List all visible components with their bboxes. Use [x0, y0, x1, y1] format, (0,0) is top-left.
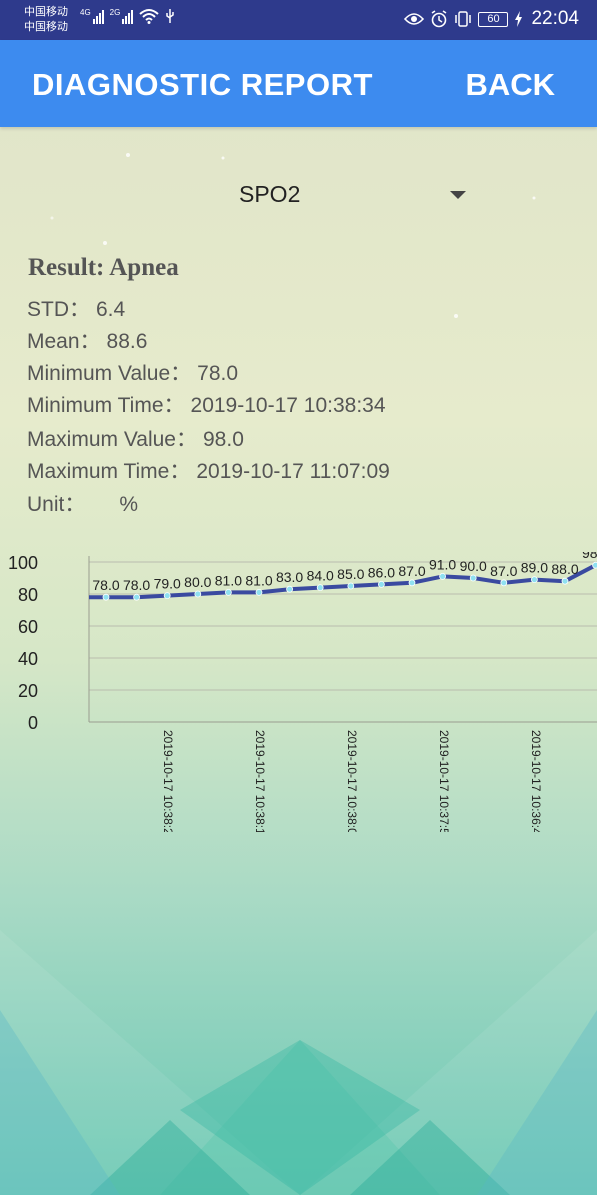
- mean-label: Mean：: [27, 330, 101, 353]
- data-point: [377, 581, 385, 588]
- data-point: [255, 589, 263, 596]
- max-value-label: Maximum Value：: [27, 428, 197, 451]
- dropdown-arrow-icon: [450, 191, 466, 199]
- data-point: [592, 561, 597, 569]
- signal-strength-icon: 4G: [80, 8, 104, 24]
- data-point: [102, 593, 110, 601]
- data-point: [347, 582, 355, 590]
- x-tick-label: 2019-10-17 10:38:22: [161, 730, 175, 832]
- max-value: 98.0: [203, 428, 244, 451]
- data-label: 78.0: [92, 577, 119, 593]
- data-point: [439, 572, 447, 580]
- unit-label: Unit：: [27, 493, 86, 516]
- unit-row: Unit：%: [27, 488, 138, 518]
- data-label: 98.0: [582, 552, 597, 561]
- app-bar: DIAGNOSTIC REPORT BACK: [0, 40, 597, 127]
- max-time: 2019-10-17 11:07:09: [196, 460, 390, 483]
- data-point: [286, 585, 294, 593]
- carrier-1-label: 中国移动: [24, 5, 68, 18]
- data-label: 80.0: [184, 574, 211, 590]
- mean-value: 88.6: [106, 330, 148, 353]
- data-label: 79.0: [154, 576, 181, 592]
- std-label: STD：: [27, 298, 90, 321]
- charging-bolt-icon: [515, 11, 523, 27]
- min-time-label: Minimum Time：: [27, 394, 185, 417]
- status-right-group: 60 22:04: [404, 8, 579, 30]
- data-point: [561, 577, 569, 585]
- std-value: 6.4: [96, 298, 126, 321]
- y-tick-label: 100: [8, 553, 38, 573]
- data-label: 89.0: [521, 560, 548, 576]
- data-point: [408, 579, 416, 587]
- std-row: STD： 6.4: [27, 293, 125, 323]
- max-time-row: Maximum Time： 2019-10-17 11:07:09: [27, 455, 390, 485]
- y-tick-label: 20: [18, 681, 38, 701]
- min-value: 78.0: [197, 362, 239, 385]
- signal-strength-2-icon: 2G: [110, 8, 134, 24]
- network-type-4g: 4G: [80, 8, 91, 17]
- data-label: 81.0: [215, 572, 242, 588]
- mean-row: Mean： 88.6: [27, 325, 147, 355]
- data-label: 91.0: [429, 556, 456, 572]
- carrier-labels: 中国移动 中国移动: [24, 4, 68, 34]
- min-value-label: Minimum Value：: [27, 362, 192, 385]
- data-label: 84.0: [307, 568, 334, 584]
- data-label: 90.0: [460, 558, 487, 574]
- data-point: [469, 574, 477, 582]
- network-type-2g: 2G: [109, 8, 121, 17]
- unit-value: %: [119, 493, 139, 516]
- x-tick-label: 2019-10-17 10:38:12: [253, 730, 267, 832]
- x-tick-label: 2019-10-17 10:37:51: [437, 730, 451, 832]
- data-label: 87.0: [490, 563, 517, 579]
- back-button[interactable]: BACK: [465, 67, 555, 103]
- wifi-icon: [139, 9, 160, 24]
- data-label: 86.0: [368, 564, 395, 580]
- data-point: [500, 579, 508, 587]
- status-bar: 中国移动 中国移动 4G 2G 60 22:04: [0, 0, 597, 40]
- max-time-label: Maximum Time：: [27, 460, 191, 483]
- data-point: [224, 589, 232, 596]
- data-point: [133, 593, 141, 601]
- vibrate-icon: [455, 11, 472, 27]
- data-point: [163, 592, 171, 599]
- y-tick-label: 60: [18, 617, 38, 637]
- page-title: DIAGNOSTIC REPORT: [32, 67, 373, 102]
- min-time: 2019-10-17 10:38:34: [190, 394, 386, 417]
- max-value-row: Maximum Value： 98.0: [27, 423, 244, 453]
- data-label: 87.0: [398, 563, 425, 579]
- y-tick-label: 80: [18, 585, 38, 605]
- metric-selector-value: SPO2: [239, 181, 301, 207]
- eye-comfort-icon: [404, 13, 425, 25]
- min-time-row: Minimum Time： 2019-10-17 10:38:34: [27, 389, 386, 419]
- min-value-row: Minimum Value： 78.0: [27, 357, 238, 387]
- x-tick-label: 2019-10-17 10:38:01: [345, 730, 359, 832]
- data-point: [194, 590, 202, 598]
- y-tick-label: 40: [18, 649, 38, 669]
- carrier-2-label: 中国移动: [24, 20, 68, 33]
- data-label: 88.0: [551, 561, 578, 577]
- spo2-line-chart[interactable]: 100 80 60 40 20 0 2019-10-17 10:38:22 2019-10-1…: [0, 552, 597, 832]
- status-time: 22:04: [531, 8, 579, 29]
- data-label: 85.0: [337, 566, 364, 582]
- battery-icon: 60: [478, 11, 509, 27]
- data-label: 81.0: [245, 572, 272, 588]
- y-tick-label: 0: [28, 713, 38, 733]
- data-label: 78.0: [123, 577, 150, 593]
- data-point: [316, 584, 324, 591]
- metric-selector[interactable]: SPO2: [0, 167, 597, 223]
- data-label: 83.0: [276, 569, 303, 585]
- x-tick-label: 2019-10-17 10:36:40: [529, 730, 543, 832]
- result-title: Result: Apnea: [28, 254, 179, 281]
- alarm-clock-icon: [432, 10, 447, 28]
- data-point: [531, 576, 538, 584]
- network-icons: 4G 2G: [80, 8, 175, 24]
- battery-level: 60: [487, 13, 500, 25]
- usb-icon: [166, 9, 175, 23]
